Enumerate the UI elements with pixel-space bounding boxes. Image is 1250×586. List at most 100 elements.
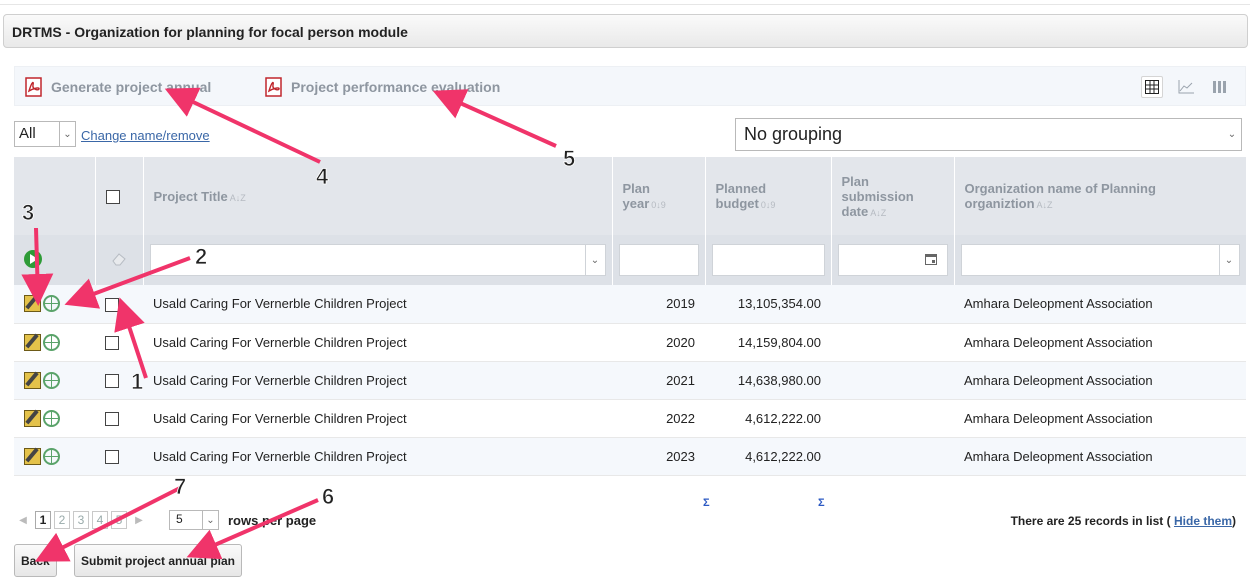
grouping-select[interactable]: No grouping ⌄	[735, 118, 1242, 151]
row-checkbox[interactable]	[105, 335, 119, 350]
back-button[interactable]: Back	[14, 544, 57, 577]
scope-select[interactable]: All ⌄	[14, 121, 76, 147]
row-checkbox[interactable]	[105, 411, 119, 426]
table-row[interactable]: Usald Caring For Vernerble Children Proj…	[14, 361, 1246, 400]
edit-icon[interactable]	[24, 409, 41, 427]
plan-year-filter-cell	[612, 235, 706, 285]
planned-budget-cell: 14,159,804.00	[705, 323, 831, 362]
plan-year-sum-icon[interactable]: Σ	[703, 497, 710, 509]
organization-cell: Amhara Deleopment Association	[954, 399, 1246, 438]
projects-table: Project Title A↓Z Plan year 0↓9 Planned bu…	[14, 157, 1247, 476]
sort-icon: A↓Z	[870, 207, 887, 218]
details-icon[interactable]	[43, 333, 60, 351]
row-checkbox[interactable]	[105, 297, 119, 312]
table-row[interactable]: Usald Caring For Vernerble Children Proj…	[14, 399, 1246, 438]
page-1[interactable]: 1	[35, 511, 51, 529]
planned-budget-filter[interactable]	[711, 244, 825, 276]
next-page-icon[interactable]: ▶	[130, 515, 148, 526]
column-header-organization-name[interactable]: Organization name of Planning organiztio…	[954, 157, 1247, 235]
apply-filter-cell	[14, 235, 96, 285]
page-5[interactable]: 5	[111, 511, 127, 529]
plan-year-cell: 2021	[612, 361, 705, 400]
project-title-filter[interactable]: ⌄	[149, 244, 606, 276]
column-header-planned-budget[interactable]: Planned budget 0↓9	[705, 157, 832, 235]
column-header-plan-submission-date[interactable]: Plan submission date A↓Z	[831, 157, 955, 235]
plan-year-filter[interactable]	[618, 244, 699, 276]
submission-date-cell	[831, 323, 954, 362]
submission-date-cell	[831, 285, 954, 324]
table-row[interactable]: Usald Caring For Vernerble Children Proj…	[14, 437, 1246, 476]
page-3[interactable]: 3	[73, 511, 89, 529]
records-close: )	[1232, 514, 1236, 528]
project-title-cell: Usald Caring For Vernerble Children Proj…	[143, 361, 612, 400]
rows-per-page-select[interactable]: 5 ⌄	[169, 510, 219, 530]
hide-them-link[interactable]: Hide them	[1174, 514, 1232, 528]
row-checkbox[interactable]	[105, 373, 119, 388]
card-view-icon[interactable]	[1209, 76, 1231, 98]
row-actions	[14, 399, 95, 438]
select-all-checkbox[interactable]	[105, 189, 120, 204]
chevron-down-icon: ⌄	[584, 245, 605, 275]
prev-page-icon[interactable]: ◀	[14, 515, 32, 526]
row-select-cell	[95, 437, 143, 476]
column-label: Project Title	[153, 188, 228, 204]
annotation-label-6: 6	[322, 484, 334, 509]
planned-budget-cell: 4,612,222.00	[705, 437, 831, 476]
page-2[interactable]: 2	[54, 511, 70, 529]
annotation-label-7: 7	[174, 474, 186, 499]
planned-budget-cell: 13,105,354.00	[705, 285, 831, 324]
actions-header	[14, 157, 96, 235]
plan-year-cell: 2019	[612, 285, 705, 324]
view-switcher	[1141, 76, 1231, 98]
table-row[interactable]: Usald Caring For Vernerble Children Proj…	[14, 323, 1246, 362]
calendar-icon[interactable]	[924, 253, 937, 268]
row-checkbox[interactable]	[105, 449, 119, 464]
edit-icon[interactable]	[24, 295, 41, 313]
details-icon[interactable]	[43, 295, 60, 313]
row-actions	[14, 285, 95, 324]
page-4[interactable]: 4	[92, 511, 108, 529]
records-count: There are 25 records in list ( Hide them…	[1011, 514, 1236, 528]
grid-view-icon[interactable]	[1141, 76, 1163, 98]
eraser-icon[interactable]	[111, 252, 127, 269]
rows-per-page-value: 5	[176, 512, 183, 526]
organization-filter-cell: ⌄	[954, 235, 1247, 285]
row-select-cell	[95, 323, 143, 362]
column-header-plan-year[interactable]: Plan year 0↓9	[612, 157, 706, 235]
chevron-down-icon: ⌄	[59, 122, 75, 146]
planned-budget-sum-icon[interactable]: Σ	[818, 497, 825, 509]
sort-icon: 0↓9	[760, 200, 776, 210]
organization-filter[interactable]: ⌄	[960, 244, 1240, 276]
row-select-cell	[95, 399, 143, 438]
details-icon[interactable]	[43, 371, 60, 389]
play-icon[interactable]	[24, 249, 42, 268]
pagination: ◀ 1 2 3 4 5 ▶ 5 ⌄ rows per page	[14, 510, 316, 530]
toolbar: Generate project annual Project performa…	[14, 66, 1246, 106]
details-icon[interactable]	[43, 409, 60, 427]
details-icon[interactable]	[43, 447, 60, 465]
edit-icon[interactable]	[24, 371, 41, 389]
chart-view-icon[interactable]	[1175, 76, 1197, 98]
chevron-down-icon: ⌄	[1227, 129, 1237, 140]
project-title-cell: Usald Caring For Vernerble Children Proj…	[143, 437, 612, 476]
column-header-project-title[interactable]: Project Title A↓Z	[143, 157, 613, 235]
row-actions	[14, 323, 95, 362]
table-row[interactable]: Usald Caring For Vernerble Children Proj…	[14, 285, 1246, 324]
edit-icon[interactable]	[24, 333, 41, 351]
change-name-remove-link[interactable]: Change name/remove	[81, 128, 210, 143]
column-label: Planned budget	[715, 181, 767, 211]
submission-date-filter[interactable]	[837, 244, 948, 276]
table-header-row: Project Title A↓Z Plan year 0↓9 Planned bu…	[14, 157, 1247, 235]
generate-project-annual-button[interactable]: Generate project annual	[25, 77, 211, 97]
pdf-icon	[25, 77, 43, 97]
sort-icon: A↓Z	[229, 192, 246, 203]
pdf-icon	[265, 77, 283, 97]
submit-project-annual-plan-button[interactable]: Submit project annual plan	[74, 544, 243, 577]
project-title-filter-cell: ⌄	[143, 235, 613, 285]
project-performance-evaluation-button[interactable]: Project performance evaluation	[265, 77, 500, 97]
chevron-down-icon: ⌄	[1218, 245, 1239, 275]
project-performance-evaluation-label: Project performance evaluation	[291, 79, 501, 95]
edit-icon[interactable]	[24, 447, 41, 465]
sort-icon: A↓Z	[1036, 200, 1053, 210]
organization-cell: Amhara Deleopment Association	[954, 285, 1246, 324]
